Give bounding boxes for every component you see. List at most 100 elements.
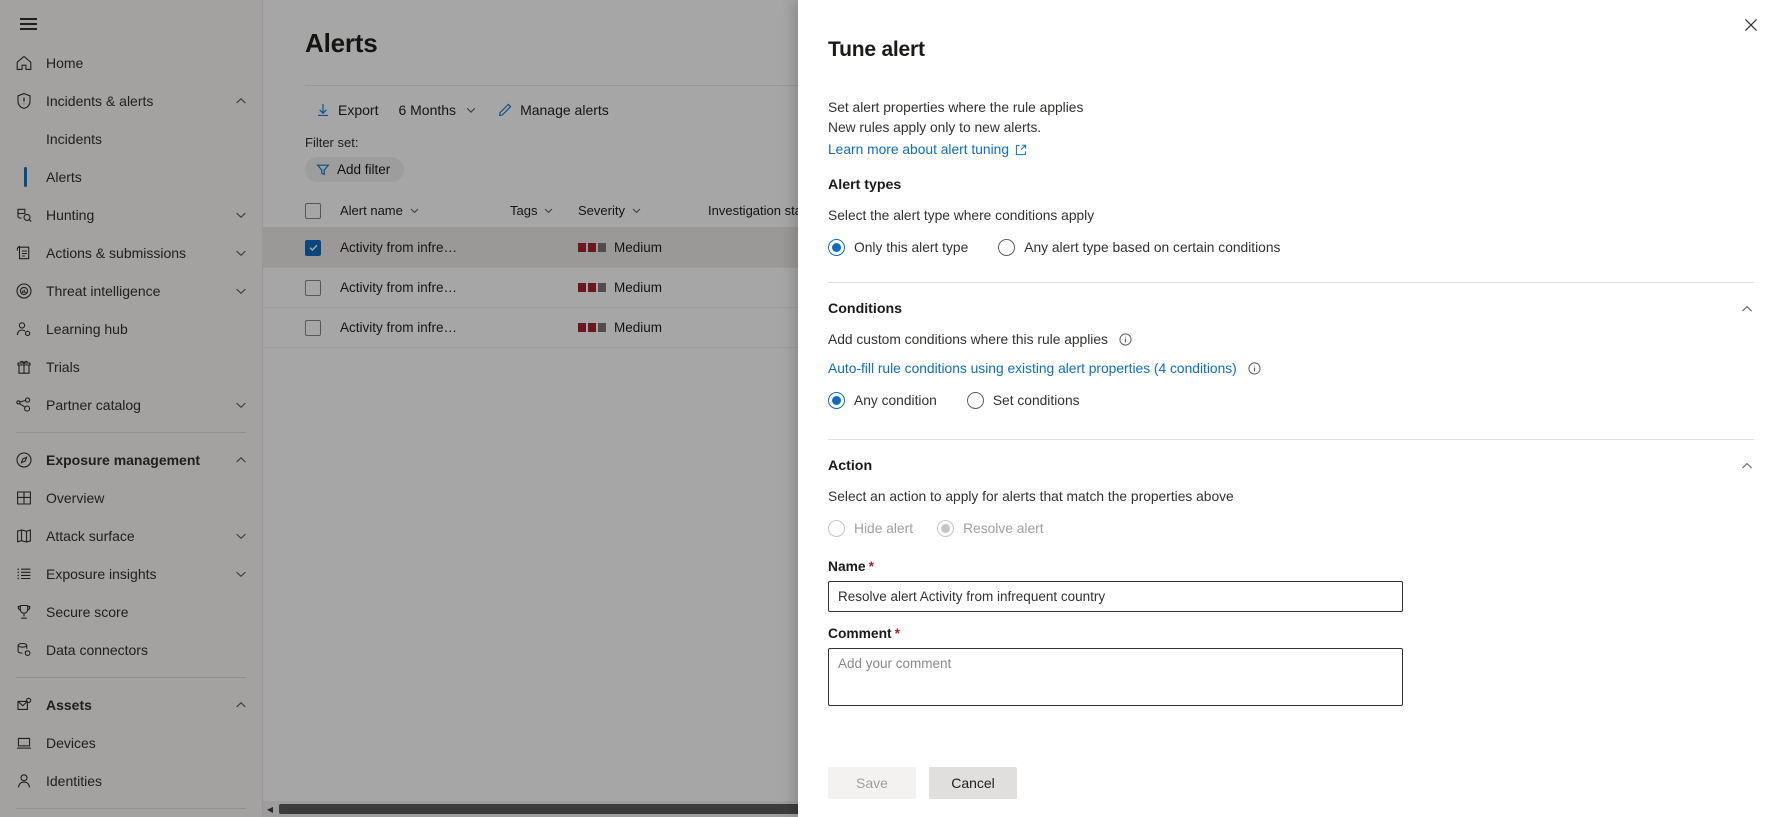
export-button[interactable]: Export xyxy=(305,96,388,124)
time-range-label: 6 Months xyxy=(398,102,456,118)
required-marker: * xyxy=(895,626,900,641)
comment-label-text: Comment xyxy=(828,626,892,641)
radio-dot xyxy=(998,239,1015,256)
cell-alert-name: Activity from infre… xyxy=(340,240,510,255)
row-checkbox[interactable] xyxy=(305,240,321,256)
chevron-down-icon xyxy=(543,205,554,216)
comment-textarea[interactable] xyxy=(828,648,1403,706)
scroll-left-arrow[interactable]: ◀ xyxy=(263,801,277,817)
manage-alerts-label: Manage alerts xyxy=(520,102,609,118)
chevron-down-icon xyxy=(234,208,248,222)
radio-label: Any alert type based on certain conditio… xyxy=(1024,240,1280,255)
radio-label: Hide alert xyxy=(854,521,913,536)
learn-more-link[interactable]: Learn more about alert tuning xyxy=(828,142,1027,157)
sidebar-item-overview[interactable]: Overview xyxy=(0,479,262,517)
sidebar-item-partner-catalog[interactable]: Partner catalog xyxy=(0,386,262,424)
panel-description: Set alert properties where the rule appl… xyxy=(828,98,1754,157)
column-header-alert-name[interactable]: Alert name xyxy=(340,203,510,218)
chevron-up-icon xyxy=(234,698,248,712)
chevron-up-icon xyxy=(234,453,248,467)
cell-severity: Medium xyxy=(578,240,708,255)
sidebar-item-label: Threat intelligence xyxy=(46,283,234,299)
row-checkbox[interactable] xyxy=(305,280,321,296)
auto-fill-conditions-link[interactable]: Auto-fill rule conditions using existing… xyxy=(828,361,1237,376)
info-icon[interactable] xyxy=(1248,362,1261,375)
radio-hide-alert: Hide alert xyxy=(828,520,913,537)
radio-resolve-alert: Resolve alert xyxy=(937,520,1044,537)
add-filter-label: Add filter xyxy=(337,162,390,177)
info-icon[interactable] xyxy=(1119,333,1132,346)
learn-more-label: Learn more about alert tuning xyxy=(828,142,1009,157)
conditions-subtitle: Add custom conditions where this rule ap… xyxy=(828,332,1754,347)
save-button[interactable]: Save xyxy=(828,767,916,799)
cell-severity: Medium xyxy=(578,280,708,295)
cancel-button[interactable]: Cancel xyxy=(929,767,1017,799)
menu-toggle-button[interactable] xyxy=(6,4,50,44)
home-icon xyxy=(14,53,34,73)
chevron-down-icon xyxy=(234,284,248,298)
sidebar-item-devices[interactable]: Devices xyxy=(0,724,262,762)
sidebar-item-label: Secure score xyxy=(46,604,248,620)
sidebar-item-incidents[interactable]: Incidents xyxy=(0,120,262,158)
radio-any-alert-type[interactable]: Any alert type based on certain conditio… xyxy=(998,239,1280,256)
description-line-1: Set alert properties where the rule appl… xyxy=(828,98,1754,118)
learning-hub-icon xyxy=(14,319,34,339)
close-icon[interactable] xyxy=(1736,10,1766,40)
sidebar-item-identities[interactable]: Identities xyxy=(0,762,262,800)
radio-dot xyxy=(937,520,954,537)
sidebar-item-alerts[interactable]: Alerts xyxy=(0,158,262,196)
sidebar-item-secure-score[interactable]: Secure score xyxy=(0,593,262,631)
sidebar-item-label: Trials xyxy=(46,359,248,375)
radio-label: Set conditions xyxy=(993,393,1080,408)
name-input[interactable] xyxy=(828,581,1403,612)
sidebar-item-learning-hub[interactable]: Learning hub xyxy=(0,310,262,348)
description-line-2: New rules apply only to new alerts. xyxy=(828,118,1754,138)
chevron-up-icon xyxy=(1740,459,1754,473)
sidebar-item-actions-submissions[interactable]: Actions & submissions xyxy=(0,234,262,272)
conditions-radio-group: Any condition Set conditions xyxy=(828,392,1754,409)
select-all-checkbox[interactable] xyxy=(305,203,321,219)
chevron-up-icon xyxy=(1740,302,1754,316)
chevron-down-icon xyxy=(234,398,248,412)
radio-set-conditions[interactable]: Set conditions xyxy=(967,392,1080,409)
sidebar-item-label: Devices xyxy=(46,735,248,751)
auto-fill-label: Auto-fill rule conditions using existing… xyxy=(828,361,1237,376)
radio-label: Only this alert type xyxy=(854,240,968,255)
download-icon xyxy=(315,102,331,118)
panel-footer: Save Cancel xyxy=(798,767,1788,817)
required-marker: * xyxy=(869,559,874,574)
tune-alert-panel: Tune alert Set alert properties where th… xyxy=(798,0,1788,817)
sidebar-item-hunting[interactable]: Hunting xyxy=(0,196,262,234)
sidebar-item-exposure-insights[interactable]: Exposure insights xyxy=(0,555,262,593)
trophy-icon xyxy=(14,602,34,622)
severity-bars-icon xyxy=(578,323,606,332)
sidebar-item-incidents-alerts[interactable]: Incidents & alerts xyxy=(0,82,262,120)
radio-only-this-alert-type[interactable]: Only this alert type xyxy=(828,239,968,256)
filter-icon xyxy=(316,163,330,177)
severity-label: Medium xyxy=(614,280,662,295)
sidebar-item-trials[interactable]: Trials xyxy=(0,348,262,386)
severity-label: Medium xyxy=(614,320,662,335)
sidebar-item-data-connectors[interactable]: Data connectors xyxy=(0,631,262,669)
action-section-toggle[interactable]: Action xyxy=(828,458,1754,474)
alert-types-subtitle: Select the alert type where conditions a… xyxy=(828,208,1754,223)
column-header-severity[interactable]: Severity xyxy=(578,203,708,218)
add-filter-button[interactable]: Add filter xyxy=(305,157,404,182)
sidebar-item-exposure-management[interactable]: Exposure management xyxy=(0,441,262,479)
sidebar-item-home[interactable]: Home xyxy=(0,44,262,82)
conditions-section-toggle[interactable]: Conditions xyxy=(828,301,1754,317)
radio-label: Any condition xyxy=(854,393,937,408)
radio-label: Resolve alert xyxy=(963,521,1044,536)
partner-catalog-icon xyxy=(14,395,34,415)
row-checkbox[interactable] xyxy=(305,320,321,336)
radio-any-condition[interactable]: Any condition xyxy=(828,392,937,409)
sidebar-item-assets[interactable]: Assets xyxy=(0,686,262,724)
manage-alerts-button[interactable]: Manage alerts xyxy=(487,96,619,124)
sidebar-item-label: Data connectors xyxy=(46,642,248,658)
column-header-tags[interactable]: Tags xyxy=(510,203,578,218)
sidebar-item-threat-intelligence[interactable]: Threat intelligence xyxy=(0,272,262,310)
attack-surface-icon xyxy=(14,526,34,546)
sidebar-item-label: Actions & submissions xyxy=(46,245,234,261)
time-range-dropdown[interactable]: 6 Months xyxy=(388,96,487,124)
sidebar-item-attack-surface[interactable]: Attack surface xyxy=(0,517,262,555)
